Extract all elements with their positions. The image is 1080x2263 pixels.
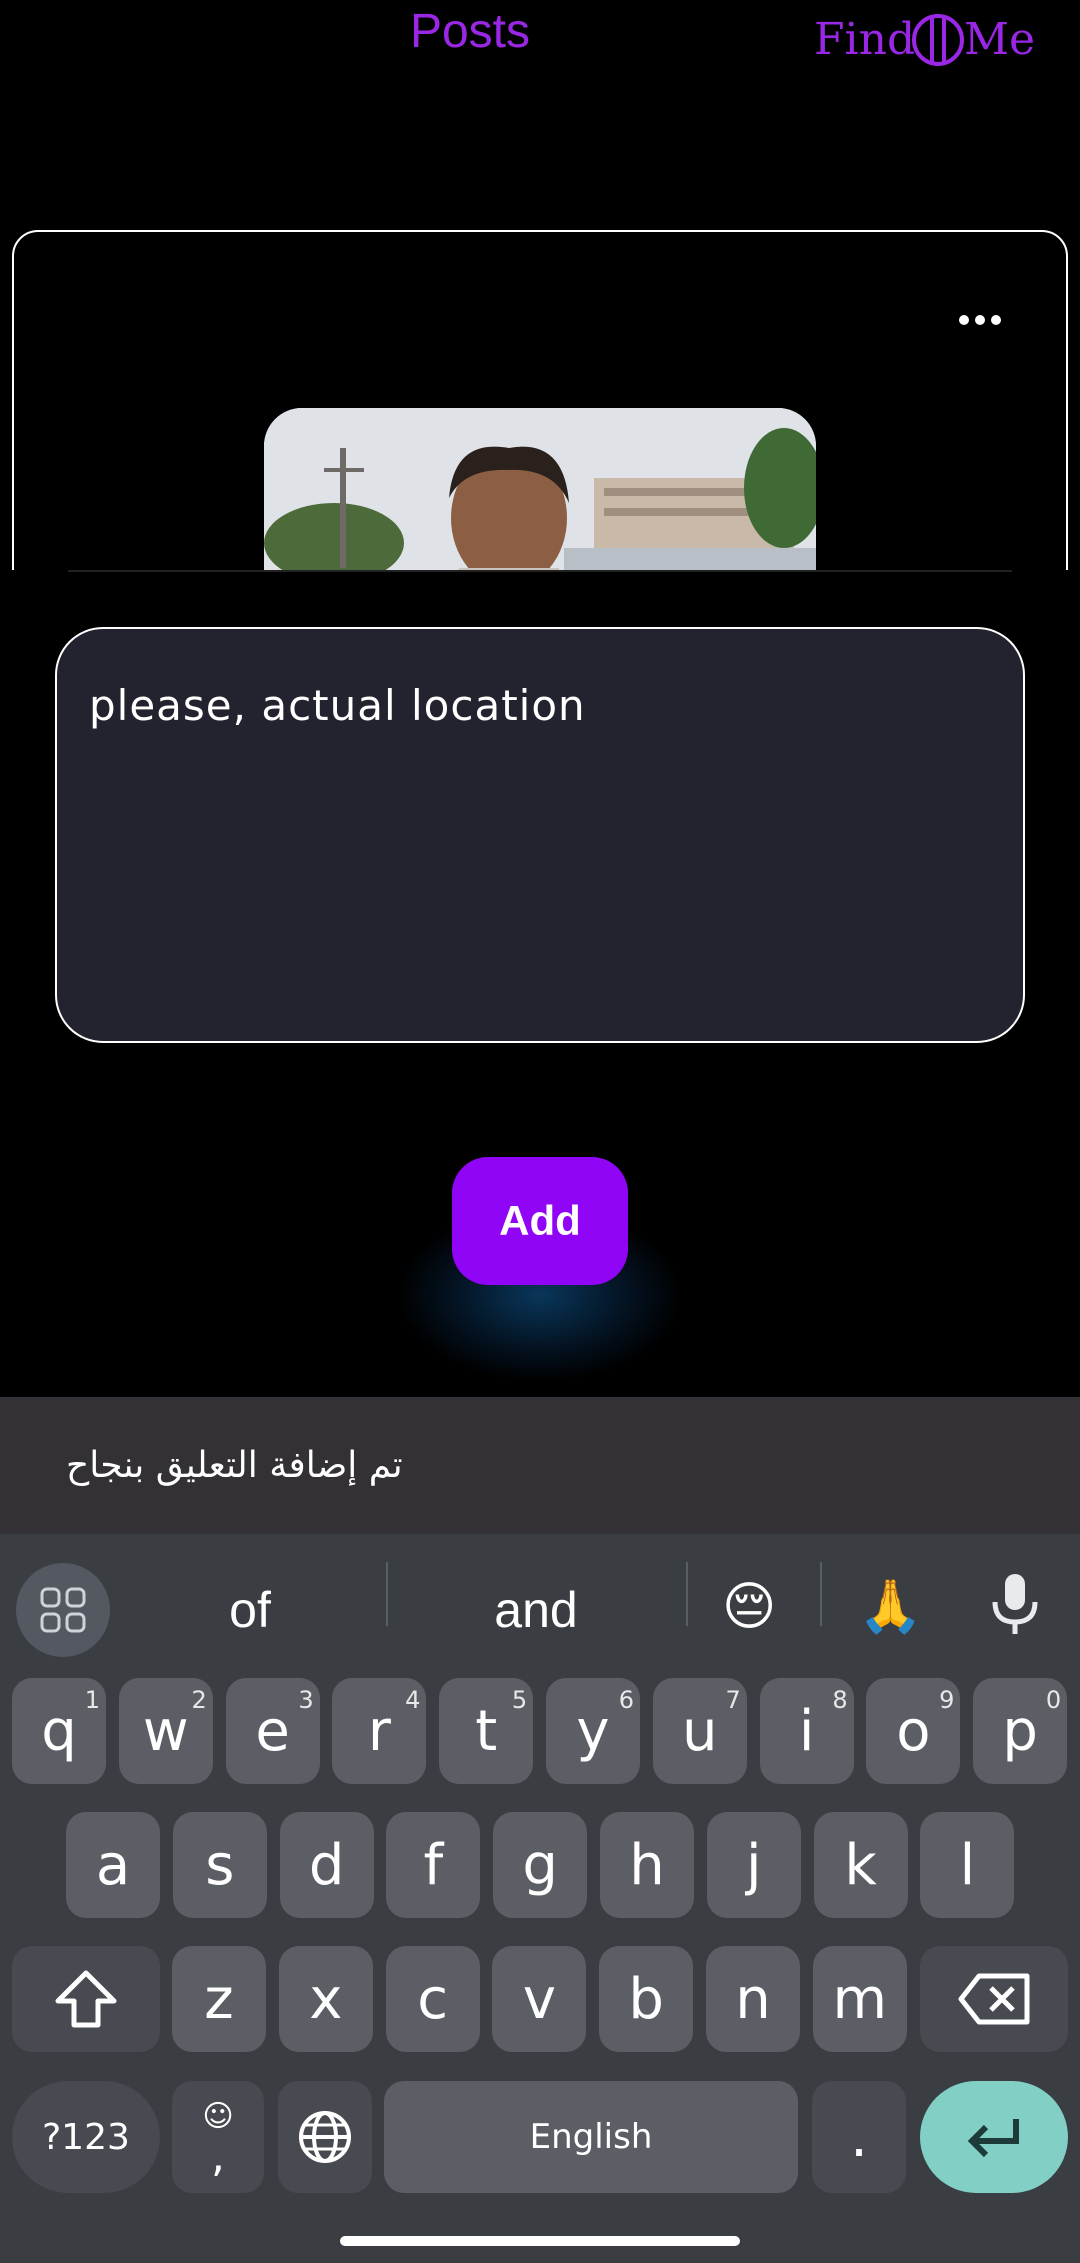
key-u[interactable]: u7 [652, 1678, 747, 1784]
key-n[interactable]: n [706, 1946, 800, 2052]
key-f[interactable]: f [386, 1812, 481, 1918]
key-label: w [142, 1698, 189, 1764]
key-label: o [896, 1698, 931, 1764]
key-o[interactable]: o9 [866, 1678, 961, 1784]
suggestion-2[interactable]: and [400, 1563, 672, 1657]
key-c[interactable]: c [385, 1946, 480, 2052]
key-label: e [255, 1698, 290, 1764]
logo-text-left: Find [814, 14, 916, 65]
enter-key[interactable] [920, 2081, 1068, 2193]
key-m[interactable]: m [812, 1946, 907, 2052]
key-number-hint: 2 [191, 1686, 207, 1714]
key-q[interactable]: q1 [12, 1678, 106, 1784]
shift-icon [55, 1970, 117, 2028]
suggestion-divider [820, 1562, 822, 1626]
enter-icon [967, 2119, 1019, 2158]
add-button[interactable]: Add [452, 1157, 628, 1285]
key-z[interactable]: z [172, 1946, 266, 2052]
toast-message: تم إضافة التعليق بنجاح [0, 1397, 1080, 1534]
key-number-hint: 0 [1045, 1686, 1062, 1714]
key-number-hint: 7 [725, 1686, 741, 1714]
key-p[interactable]: p0 [973, 1678, 1068, 1784]
key-h[interactable]: h [600, 1812, 694, 1918]
key-label: i [798, 1698, 815, 1764]
emoji-suggestion-1[interactable]: 😔 [722, 1567, 776, 1647]
symbols-key[interactable]: ?123 [12, 2081, 160, 2193]
key-label: q [41, 1698, 77, 1764]
key-y[interactable]: y6 [546, 1678, 640, 1784]
backspace-key[interactable] [920, 1946, 1068, 2052]
comment-input-value: please, actual location [89, 681, 586, 730]
key-number-hint: 4 [405, 1686, 421, 1714]
page-title: Posts [409, 5, 531, 58]
key-number-hint: 8 [832, 1686, 848, 1714]
key-label: y [576, 1698, 610, 1764]
suggestion-divider [386, 1562, 388, 1626]
comma-label: , [211, 2131, 225, 2182]
logo-emblem-icon [912, 14, 964, 66]
key-d[interactable]: d [279, 1812, 374, 1918]
key-x[interactable]: x [278, 1946, 373, 2052]
space-key[interactable]: English [384, 2081, 798, 2193]
key-number-hint: 3 [298, 1686, 314, 1714]
key-b[interactable]: b [599, 1946, 694, 2052]
suggestion-1[interactable]: of [130, 1563, 370, 1657]
key-number-hint: 1 [84, 1686, 100, 1714]
key-l[interactable]: l [920, 1812, 1015, 1918]
key-number-hint: 5 [511, 1686, 528, 1714]
globe-icon [299, 2111, 351, 2163]
language-key[interactable] [278, 2081, 372, 2193]
key-g[interactable]: g [493, 1812, 588, 1918]
key-label: u [682, 1698, 718, 1764]
key-k[interactable]: k [813, 1812, 908, 1918]
key-v[interactable]: v [492, 1946, 587, 2052]
emoji-suggestion-2[interactable]: 🙏 [858, 1567, 923, 1647]
key-r[interactable]: r4 [332, 1678, 427, 1784]
logo-text-right: Me [964, 14, 1036, 65]
key-label: p [1002, 1698, 1038, 1764]
more-horizontal-icon[interactable] [950, 300, 1010, 340]
key-j[interactable]: j [706, 1812, 801, 1918]
comment-input[interactable]: please, actual location [55, 627, 1025, 1043]
backspace-icon [958, 1973, 1030, 2025]
emoji-comma-key[interactable]: ☺ , [172, 2081, 264, 2193]
key-s[interactable]: s [172, 1812, 267, 1918]
toast-text: تم إضافة التعليق بنجاح [66, 1445, 403, 1486]
key-label: t [475, 1698, 498, 1764]
key-w[interactable]: w2 [118, 1678, 213, 1784]
microphone-icon[interactable] [980, 1568, 1050, 1658]
suggestion-divider [686, 1562, 688, 1626]
keyboard-menu-button[interactable] [16, 1563, 110, 1657]
sheet-divider [68, 570, 1012, 572]
key-number-hint: 9 [939, 1686, 955, 1714]
key-i[interactable]: i8 [759, 1678, 854, 1784]
key-t[interactable]: t5 [439, 1678, 534, 1784]
key-a[interactable]: a [66, 1812, 160, 1918]
shift-key[interactable] [12, 1946, 160, 2052]
period-key[interactable]: . [812, 2081, 906, 2193]
key-e[interactable]: e3 [225, 1678, 320, 1784]
screen: Posts Find Me please, actual location Ad… [0, 0, 1080, 2263]
home-indicator[interactable] [340, 2236, 740, 2246]
app-logo: Find Me [814, 10, 1036, 70]
grid-icon [40, 1587, 86, 1633]
key-label: r [367, 1698, 391, 1764]
key-number-hint: 6 [618, 1686, 634, 1714]
